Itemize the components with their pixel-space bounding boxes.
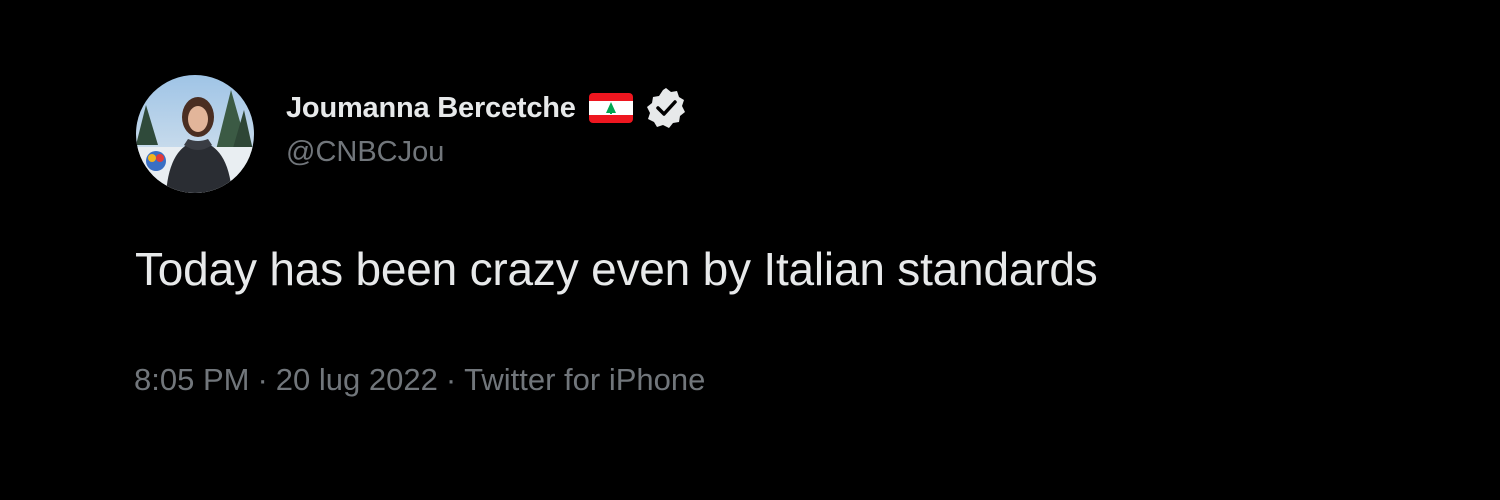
name-row: Joumanna Bercetche	[286, 88, 689, 128]
tweet-date[interactable]: 20 lug 2022	[276, 362, 438, 397]
avatar[interactable]	[136, 75, 254, 193]
tweet-meta: 8:05 PM · 20 lug 2022 · Twitter for iPhone	[134, 362, 705, 398]
verified-badge-icon	[646, 88, 685, 128]
tweet-source[interactable]: Twitter for iPhone	[464, 362, 705, 397]
lebanon-flag-icon	[588, 93, 633, 123]
handle[interactable]: @CNBCJou	[286, 136, 689, 169]
tweet-text: Today has been crazy even by Italian sta…	[135, 243, 1098, 295]
meta-separator: ·	[445, 362, 457, 397]
author-block: Joumanna Bercetche @CNBCJou	[286, 88, 689, 169]
display-name[interactable]: Joumanna Bercetche	[286, 92, 576, 125]
tweet-time[interactable]: 8:05 PM	[134, 362, 249, 397]
tweet: Joumanna Bercetche @CNBCJou Today has be…	[0, 0, 1500, 500]
avatar-photo	[136, 75, 254, 193]
meta-separator: ·	[257, 362, 268, 397]
